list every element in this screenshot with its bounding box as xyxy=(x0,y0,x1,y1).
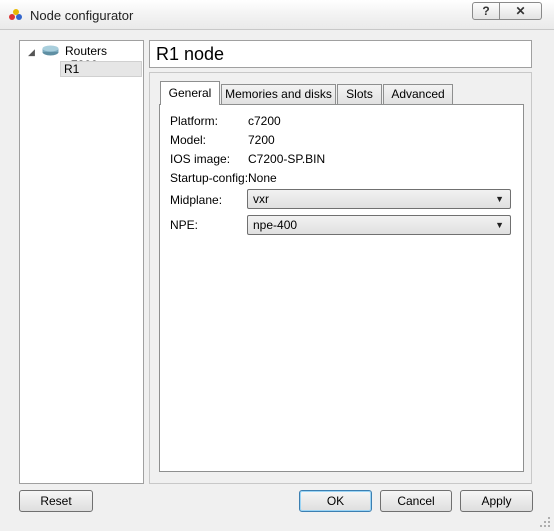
tab-general[interactable]: General xyxy=(160,81,220,105)
apply-button[interactable]: Apply xyxy=(460,490,533,512)
window-titlebar: Node configurator ? ✕ xyxy=(0,0,554,30)
platform-label: Platform: xyxy=(170,114,219,128)
startup-config-value: None xyxy=(248,171,277,185)
cancel-button[interactable]: Cancel xyxy=(380,490,452,512)
chevron-down-icon: ▼ xyxy=(495,194,504,204)
node-tree[interactable]: ◢ Routers c7200 R1 xyxy=(19,40,144,484)
ok-button[interactable]: OK xyxy=(299,490,372,512)
startup-config-label: Startup-config: xyxy=(170,171,249,185)
router-icon xyxy=(42,45,59,56)
npe-select[interactable]: npe-400 ▼ xyxy=(247,215,511,235)
ios-image-value: C7200-SP.BIN xyxy=(248,152,326,166)
model-label: Model: xyxy=(170,133,207,147)
help-button[interactable]: ? xyxy=(472,2,500,20)
npe-label: NPE: xyxy=(170,218,199,232)
model-value: 7200 xyxy=(248,133,275,147)
chevron-down-icon: ▼ xyxy=(495,220,504,230)
tab-slots[interactable]: Slots xyxy=(337,84,382,104)
app-icon xyxy=(9,9,22,20)
tree-item-r1[interactable]: R1 xyxy=(60,61,142,77)
page-title: R1 node xyxy=(149,40,532,68)
window-title: Node configurator xyxy=(30,8,134,23)
ios-image-label: IOS image: xyxy=(170,152,231,166)
platform-value: c7200 xyxy=(248,114,281,128)
tab-memories-and-disks[interactable]: Memories and disks xyxy=(221,84,336,104)
midplane-select-value: vxr xyxy=(253,192,269,206)
npe-select-value: npe-400 xyxy=(253,218,298,232)
tree-expand-arrow-icon[interactable]: ◢ xyxy=(28,47,35,58)
resize-grip-icon[interactable] xyxy=(539,516,551,528)
midplane-label: Midplane: xyxy=(170,193,223,207)
reset-button[interactable]: Reset xyxy=(19,490,93,512)
close-button[interactable]: ✕ xyxy=(500,2,542,20)
midplane-select[interactable]: vxr ▼ xyxy=(247,189,511,209)
tab-advanced[interactable]: Advanced xyxy=(383,84,453,104)
